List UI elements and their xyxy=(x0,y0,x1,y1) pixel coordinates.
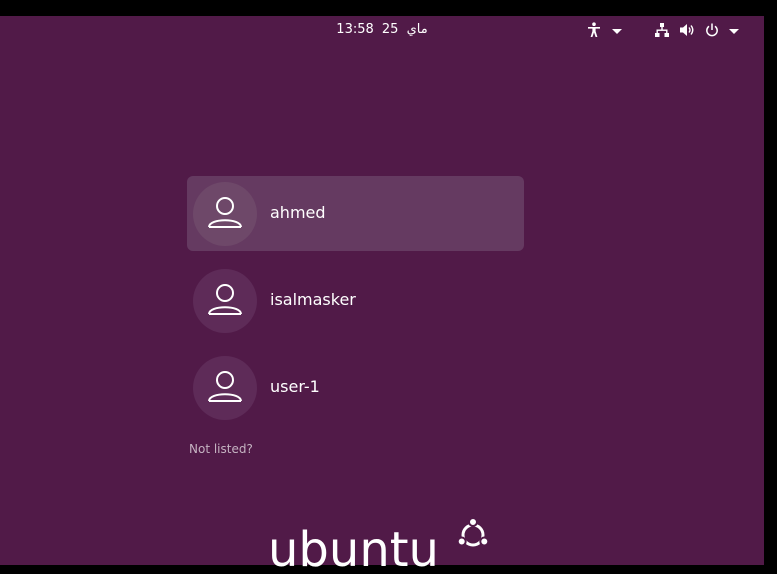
power-icon xyxy=(704,21,720,39)
clock-time: 13:58 xyxy=(336,22,374,37)
user-name: user-1 xyxy=(270,377,320,396)
accessibility-menu[interactable] xyxy=(586,21,622,39)
clock[interactable]: 13:58 25 ماي xyxy=(0,22,764,37)
clock-day: 25 xyxy=(381,22,399,37)
user-item-user-1[interactable]: user-1 xyxy=(187,350,524,425)
chevron-down-icon[interactable] xyxy=(729,28,739,34)
clock-month: ماي xyxy=(406,22,428,37)
avatar xyxy=(193,356,257,420)
not-listed-link[interactable]: Not listed? xyxy=(189,442,253,456)
top-bar: 13:58 25 ماي xyxy=(0,16,764,46)
ubuntu-wordmark: ubuntu xyxy=(268,522,439,574)
network-icon xyxy=(654,21,670,39)
chevron-down-icon[interactable] xyxy=(612,28,622,34)
user-name: isalmasker xyxy=(270,290,356,309)
system-menu[interactable] xyxy=(654,21,739,39)
user-icon xyxy=(208,197,242,228)
ubuntu-logo: ubuntu xyxy=(268,517,490,574)
user-item-ahmed[interactable]: ahmed xyxy=(187,176,524,251)
avatar xyxy=(193,182,257,246)
circle-of-friends-icon xyxy=(456,517,490,547)
user-name: ahmed xyxy=(270,203,326,222)
user-item-isalmasker[interactable]: isalmasker xyxy=(187,263,524,338)
login-screen: 13:58 25 ماي ahmed isalmasker user-1 Not… xyxy=(0,16,764,574)
avatar xyxy=(193,269,257,333)
volume-icon xyxy=(679,21,695,39)
user-icon xyxy=(208,284,242,315)
user-icon xyxy=(208,371,242,402)
user-list: ahmed isalmasker user-1 xyxy=(187,176,524,437)
accessibility-icon[interactable] xyxy=(586,21,602,39)
